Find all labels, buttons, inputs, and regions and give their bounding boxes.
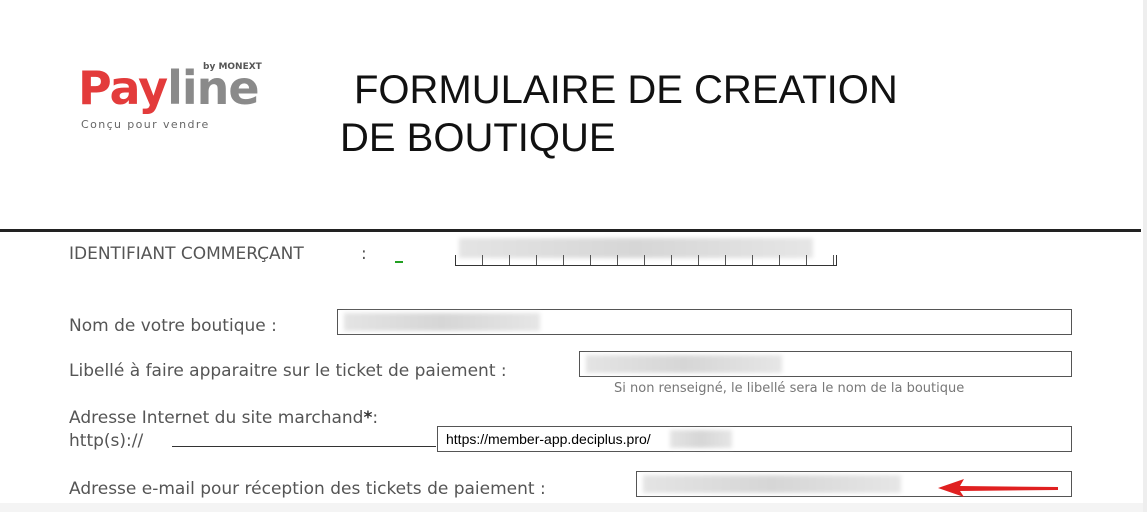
merchant-id-digit-boxes [455,255,837,266]
website-label-text: Adresse Internet du site marchand [69,408,364,428]
redacted-value [643,475,901,493]
website-prefix: http(s):// [69,431,144,451]
email-label: Adresse e-mail pour réception des ticket… [69,479,546,499]
ticket-label-hint: Si non renseigné, le libellé sera le nom… [614,381,965,396]
website-label-colon: : [372,408,379,428]
redacted-value [586,355,782,373]
ticket-label-label: Libellé à faire apparaitre sur le ticket… [69,361,507,381]
page-bottom-edge [0,503,1147,512]
website-prefix-underline [172,446,436,447]
form-page: Payline by MONEXT Conçu pour vendre FORM… [0,0,1147,512]
payline-logo: Payline by MONEXT Conçu pour vendre [78,60,278,140]
website-label: Adresse Internet du site marchand*: [69,408,378,428]
ticket-label-field[interactable] [579,351,1072,377]
header-divider [0,229,1141,232]
merchant-id-separator: : [361,244,367,264]
redacted-value [344,313,540,331]
merchant-id-field[interactable] [455,236,837,266]
logo-brand-pay: Pay [78,61,168,115]
page-title-line1: FORMULAIRE DE CREATION [354,68,898,112]
scrollbar[interactable] [1143,0,1147,512]
redacted-value [670,430,732,448]
shop-name-label: Nom de votre boutique : [69,316,277,336]
website-value: https://member-app.deciplus.pro/ [446,431,651,447]
shop-name-field[interactable] [337,309,1072,335]
logo-tagline: Conçu pour vendre [81,118,210,131]
logo-byline: by MONEXT [203,62,262,72]
merchant-id-label: IDENTIFIANT COMMERÇANT [69,244,304,264]
red-arrow-icon [938,479,1058,497]
merchant-id-marker [395,261,403,263]
page-title-line2: DE BOUTIQUE [340,116,616,160]
page-title: FORMULAIRE DE CREATION DE BOUTIQUE [340,66,898,162]
website-field[interactable]: https://member-app.deciplus.pro/ [437,426,1072,452]
